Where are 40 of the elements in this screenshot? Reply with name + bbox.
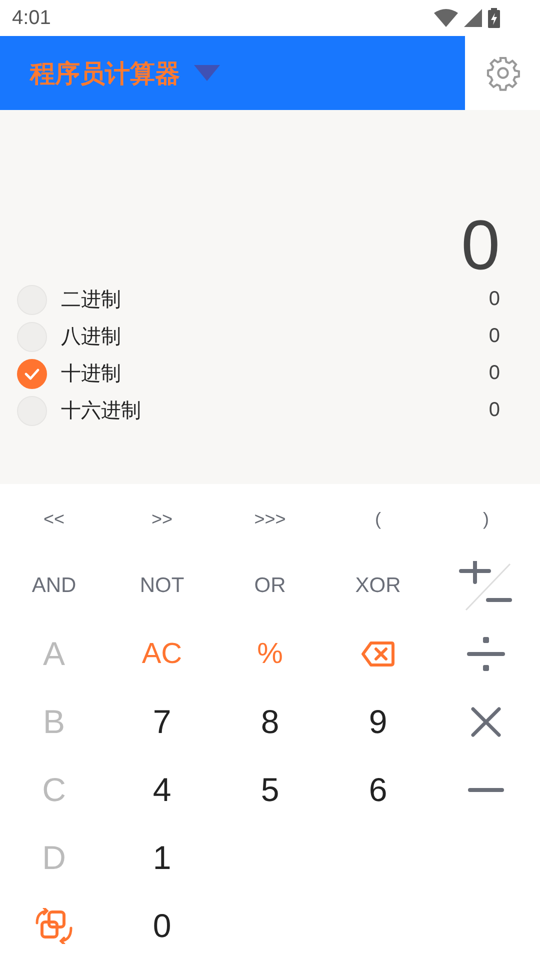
key-button[interactable]: 9: [364, 699, 392, 745]
key-button[interactable]: 1: [148, 835, 176, 881]
multiply-icon: [470, 706, 502, 738]
status-time: 4:01: [12, 6, 51, 30]
key-button[interactable]: ): [479, 504, 493, 534]
swap-icon: [34, 908, 74, 944]
base-label: 二进制: [61, 286, 122, 313]
base-value: 0: [488, 288, 500, 311]
key-button[interactable]: 5: [256, 767, 284, 813]
base-value: 0: [488, 362, 500, 385]
key-button[interactable]: >>>: [250, 504, 290, 534]
key-button[interactable]: 8: [256, 699, 284, 745]
base-value: 0: [488, 325, 500, 348]
key-button[interactable]: 4: [148, 767, 176, 813]
base-label: 十进制: [61, 360, 122, 387]
minus-icon: [468, 787, 504, 793]
key-button[interactable]: 7: [148, 699, 176, 745]
battery-icon: [488, 8, 500, 28]
backspace-icon: [361, 641, 395, 667]
result-display: 0: [460, 205, 501, 285]
key-button[interactable]: 6: [364, 767, 392, 813]
key-button[interactable]: <<: [39, 504, 69, 534]
key-button[interactable]: 0: [148, 903, 176, 949]
app-title: 程序员计算器: [30, 58, 180, 90]
key-button[interactable]: XOR: [351, 570, 405, 602]
settings-icon[interactable]: [484, 55, 520, 91]
signal-icon: [464, 9, 482, 27]
base-label: 八进制: [61, 323, 122, 350]
divide-icon: [467, 635, 505, 673]
radio-button[interactable]: [17, 358, 47, 388]
plus-minus-icon: [458, 561, 514, 611]
dropdown-caret-icon: [194, 65, 220, 81]
key-button[interactable]: >>: [147, 504, 177, 534]
base-label: 十六进制: [61, 397, 142, 424]
key-button[interactable]: NOT: [136, 570, 188, 602]
base-value: 0: [488, 399, 500, 422]
key-button[interactable]: AND: [28, 570, 80, 602]
key-button[interactable]: (: [371, 504, 385, 534]
wifi-icon: [434, 9, 458, 27]
key-button[interactable]: OR: [250, 570, 290, 602]
